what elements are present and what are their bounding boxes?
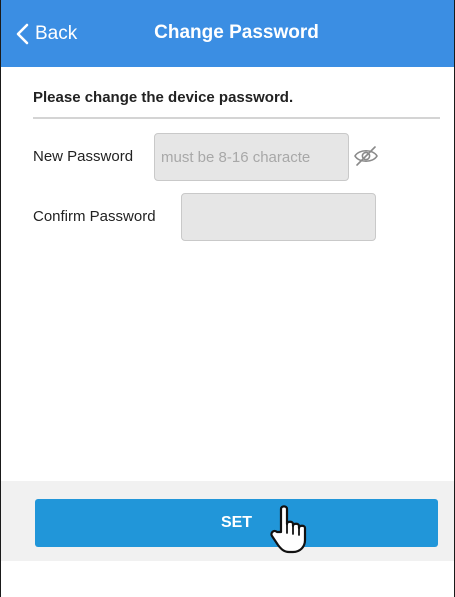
instruction-text: Please change the device password. [33, 89, 294, 106]
set-button[interactable]: SET [35, 499, 438, 547]
footer-bar: SET [1, 481, 454, 561]
page-title: Change Password [154, 22, 319, 43]
new-password-label: New Password [33, 148, 134, 165]
hand-pointer-icon [268, 502, 310, 554]
confirm-password-input[interactable] [181, 193, 376, 241]
confirm-password-label: Confirm Password [33, 208, 156, 225]
divider [33, 117, 440, 119]
new-password-input[interactable] [154, 133, 349, 181]
change-password-screen: Back Change Password Please change the d… [0, 0, 455, 597]
eye-slash-icon[interactable] [352, 144, 380, 168]
header-bar: Back Change Password [1, 0, 454, 67]
